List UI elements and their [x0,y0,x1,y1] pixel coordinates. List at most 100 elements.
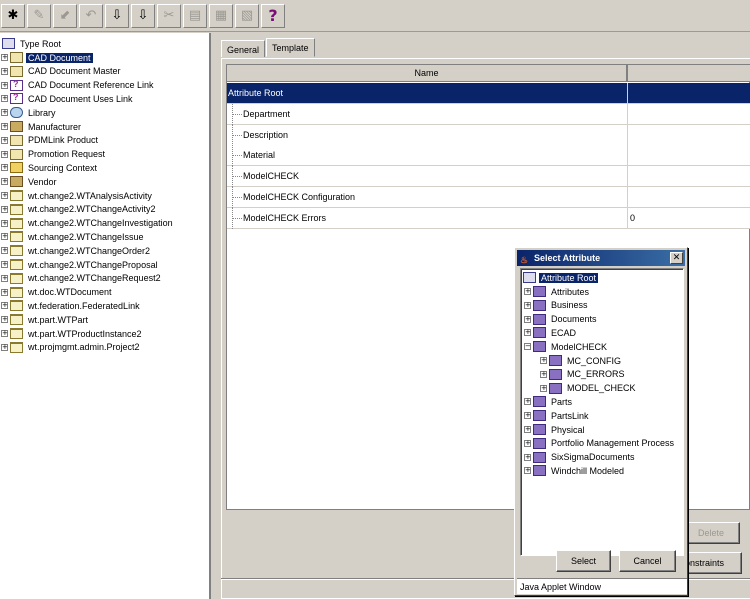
table-row[interactable]: ModelCHECK Configuration [227,187,750,208]
help-button[interactable]: ? [261,3,285,28]
tree-item[interactable]: + Vendor [1,175,59,188]
tree-item[interactable]: + Promotion Request [1,148,107,161]
expand-icon[interactable]: + [1,67,8,75]
expand-icon[interactable]: + [1,178,8,186]
expand-icon[interactable]: + [524,426,531,433]
expand-icon[interactable]: + [1,54,8,61]
column-header-name[interactable]: Name [227,65,628,82]
tree-item[interactable]: + wt.change2.WTChangeIssue [1,230,146,243]
expand-icon[interactable]: + [524,301,531,309]
tree-root[interactable]: Type Root [2,37,63,50]
tree-item[interactable]: + CAD Document Master [1,65,123,78]
expand-icon[interactable]: + [1,109,8,117]
attribute-tree-item[interactable]: + Portfolio Management Process [524,437,676,450]
expand-icon[interactable]: + [524,288,531,295]
delete-button[interactable]: Delete [682,522,740,544]
expand-icon[interactable]: + [540,370,547,378]
edit-button[interactable]: ✎ [27,3,51,28]
tree-item[interactable]: + wt.projmgmt.admin.Project2 [1,341,142,354]
attribute-tree-item[interactable]: + Physical [524,423,587,436]
table-row[interactable]: Material [227,145,750,167]
constraints-button[interactable]: onstraints [682,552,742,574]
table-row[interactable]: Description [227,124,750,146]
expand-icon[interactable]: + [1,95,8,103]
cut-button[interactable]: ✂ [157,3,181,28]
new-button[interactable]: ✱ [1,3,25,28]
attribute-tree-item[interactable]: + Parts [524,395,574,408]
table-row[interactable]: ModelCHECK Errors 0 [227,207,750,229]
expand-icon[interactable]: + [1,288,8,296]
select-button[interactable]: Select [556,550,611,572]
attribute-tree-item[interactable]: + Attributes [524,285,591,298]
copy-button[interactable]: ▤ [183,3,207,28]
tree-item[interactable]: + Library [1,106,58,119]
expand-icon[interactable]: + [540,384,547,392]
expand-icon[interactable]: + [1,343,8,351]
tree-item[interactable]: + CAD Document [1,51,93,64]
undo-button[interactable]: ↶ [79,3,103,28]
tree-item[interactable]: + wt.doc.WTDocument [1,286,114,299]
expand-icon[interactable]: + [540,357,547,364]
attribute-tree-item[interactable]: + MC_CONFIG [540,354,623,367]
expand-icon[interactable]: + [1,81,8,89]
expand-icon[interactable]: + [1,302,8,310]
expand-icon[interactable]: + [1,261,8,268]
tree-item[interactable]: + CAD Document Uses Link [1,92,135,105]
attribute-tree-item[interactable]: + MC_ERRORS [540,368,627,381]
tree-item[interactable]: + Manufacturer [1,120,83,133]
properties-button[interactable]: ▧ [235,3,259,28]
tab-general[interactable]: General [221,40,266,57]
paste-button[interactable]: ▦ [209,3,233,28]
expand-icon[interactable]: + [1,233,8,241]
tree-item[interactable]: + wt.change2.WTChangeActivity2 [1,203,158,216]
expand-icon[interactable]: + [1,205,8,213]
tree-item[interactable]: + wt.change2.WTChangeInvestigation [1,217,175,230]
expand-icon[interactable]: + [1,164,8,172]
expand-icon[interactable]: + [1,316,8,324]
attribute-tree-item[interactable]: + Windchill Modeled [524,464,626,477]
check-out-button[interactable]: ⇩ [105,3,129,28]
close-icon[interactable]: ✕ [670,252,683,264]
tree-item[interactable]: + wt.change2.WTAnalysisActivity [1,189,154,202]
tree-item[interactable]: + wt.federation.FederatedLink [1,299,142,312]
tree-item[interactable]: + wt.part.WTProductInstance2 [1,327,144,340]
attribute-tree-item[interactable]: + SixSigmaDocuments [524,451,637,464]
expand-icon[interactable]: + [524,453,531,461]
attribute-tree-item[interactable]: + MODEL_CHECK [540,382,638,395]
tree-item[interactable]: + PDMLink Product [1,134,100,147]
expand-icon[interactable]: + [524,467,531,475]
tree-item[interactable]: + wt.change2.WTChangeRequest2 [1,272,163,285]
table-row[interactable]: ModelCHECK [227,166,750,188]
table-row[interactable]: Attribute Root [227,83,750,104]
attribute-root-node[interactable]: Attribute Root [523,271,599,284]
expand-icon[interactable]: + [1,192,8,199]
expand-icon[interactable]: + [1,136,8,144]
tree-item[interactable]: + Sourcing Context [1,161,99,174]
tree-item[interactable]: + wt.part.WTPart [1,313,90,326]
expand-icon[interactable]: + [524,329,531,337]
expand-icon[interactable]: + [1,219,8,227]
attribute-tree-item[interactable]: + Documents [524,313,599,326]
tab-template[interactable]: Template [266,38,315,57]
expand-icon[interactable]: + [1,247,8,255]
tree-item[interactable]: + wt.change2.WTChangeProposal [1,258,160,271]
attribute-tree-item[interactable]: + ECAD [524,326,578,339]
table-row[interactable]: Department [227,103,750,125]
expand-icon[interactable]: + [1,150,8,158]
check-out-alt-button[interactable]: ⇩ [131,3,155,28]
cancel-button[interactable]: Cancel [619,550,676,572]
expand-icon[interactable]: + [524,412,531,420]
collapse-icon[interactable]: − [524,343,531,351]
expand-icon[interactable]: + [524,439,531,447]
expand-icon[interactable]: + [524,315,531,323]
expand-icon[interactable]: + [1,274,8,282]
check-in-button[interactable]: ⬋ [53,3,77,28]
tree-item[interactable]: + CAD Document Reference Link [1,79,156,92]
expand-icon[interactable]: + [1,330,8,337]
attribute-tree-item[interactable]: + Business [524,299,590,312]
attribute-tree-item[interactable]: − ModelCHECK [524,340,609,353]
expand-icon[interactable]: + [524,398,531,406]
tree-item[interactable]: + wt.change2.WTChangeOrder2 [1,244,152,257]
expand-icon[interactable]: + [1,123,8,130]
dialog-title-bar[interactable]: ♨ Select Attribute ✕ [517,250,685,266]
